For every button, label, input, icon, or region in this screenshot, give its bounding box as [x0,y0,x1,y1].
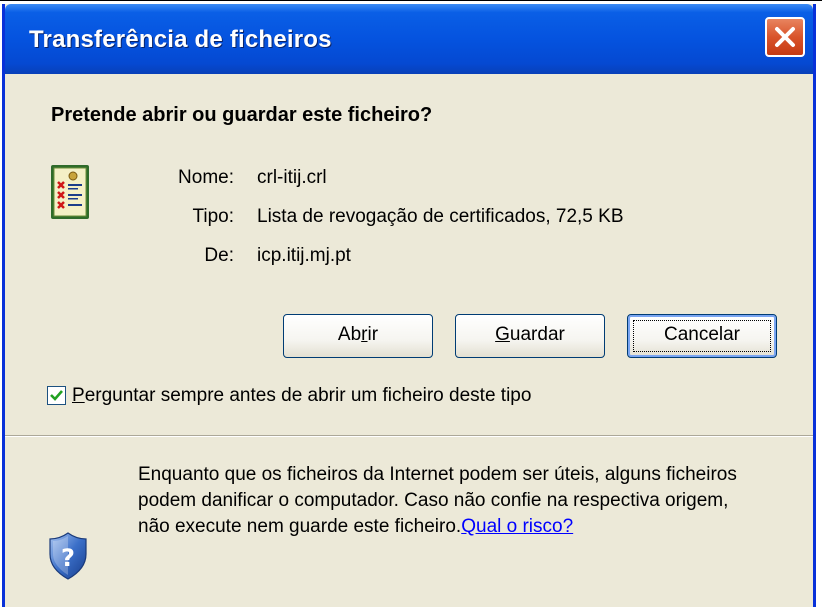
close-x-icon [775,27,795,47]
security-warning: Enquanto que os ficheiros da Internet po… [138,462,738,540]
close-button[interactable] [765,17,805,57]
file-name-label: Nome: [178,167,234,188]
risk-link[interactable]: Qual o risco? [461,516,573,537]
focus-rectangle [633,320,771,352]
window-title: Transferência de ficheiros [29,26,332,53]
file-source-value: icp.itij.mj.pt [257,245,351,266]
always-ask-label: Perguntar sempre antes de abrir um fiche… [72,385,532,406]
top-border-line [0,0,822,1]
checkmark-icon [50,390,63,401]
cancel-button[interactable]: Cancelar [627,314,777,358]
dialog-body: Pretende abrir ou guardar este ficheiro?… [5,74,813,607]
svg-text:?: ? [61,544,75,572]
file-type-label: Tipo: [192,206,234,227]
separator [5,435,813,437]
file-name-value: crl-itij.crl [257,167,327,188]
dialog-question: Pretende abrir ou guardar este ficheiro? [51,104,433,126]
warning-text: Enquanto que os ficheiros da Internet po… [138,464,737,537]
security-shield-question-icon: ? [49,532,87,580]
file-type-value: Lista de revogação de certificados, 72,5… [257,206,624,227]
always-ask-checkbox[interactable] [47,386,66,405]
open-button[interactable]: Abrir [283,314,433,358]
title-bar[interactable]: Transferência de ficheiros [5,4,813,74]
save-button[interactable]: Guardar [455,314,605,358]
file-download-dialog: Transferência de ficheiros Pretende abri… [2,4,816,607]
file-source-label: De: [204,245,234,266]
